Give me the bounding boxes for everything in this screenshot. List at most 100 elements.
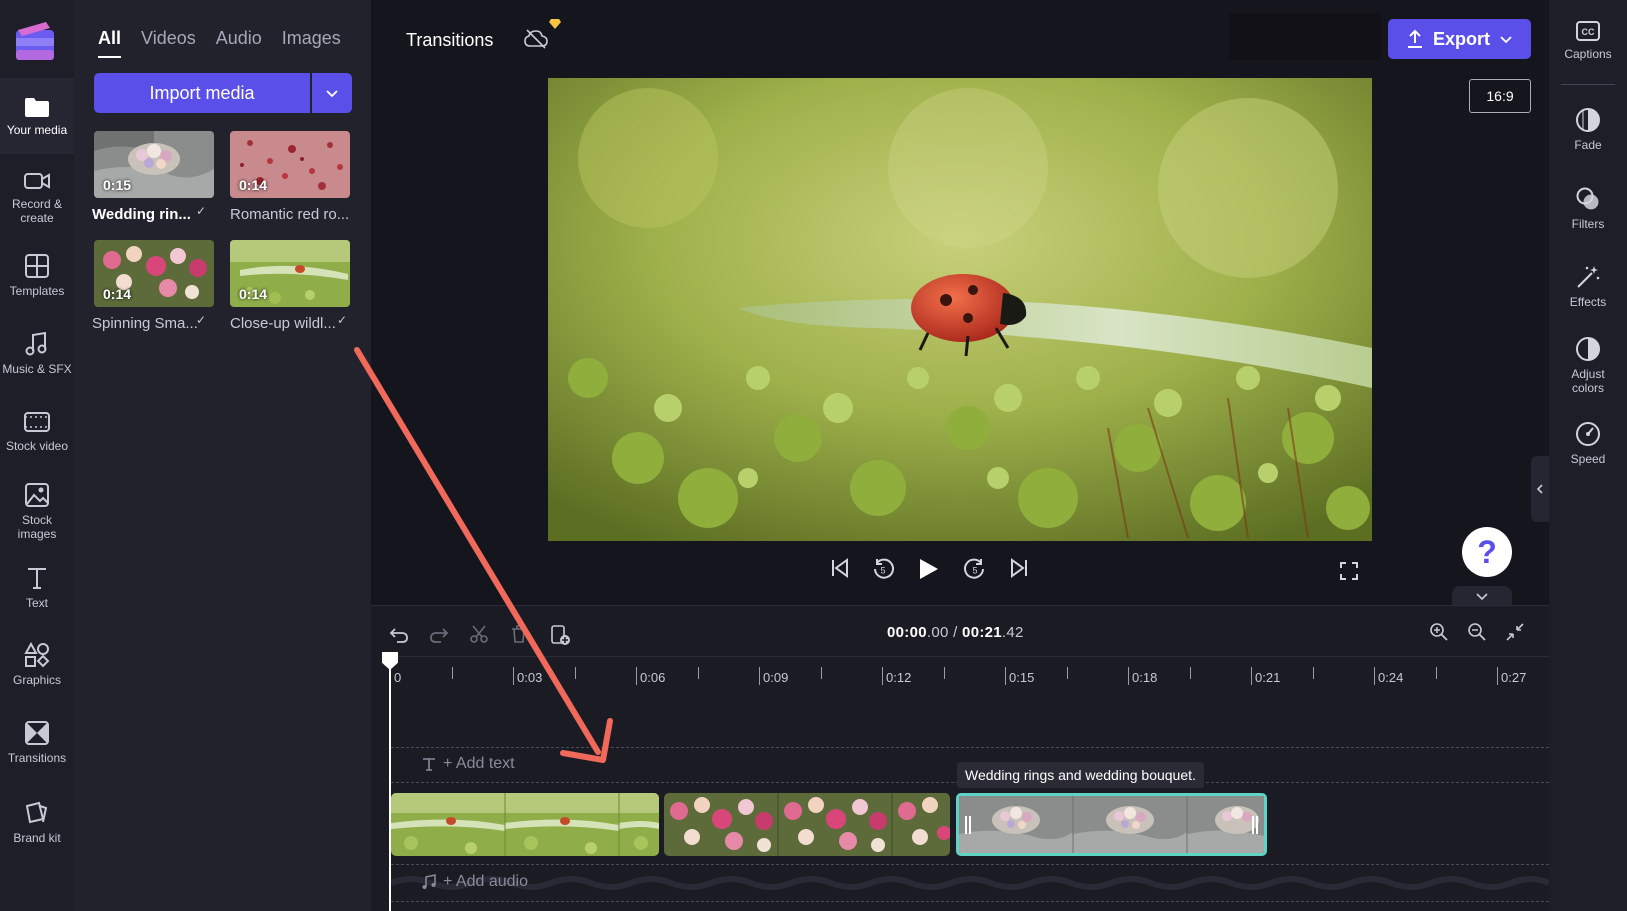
chevron-down-icon [326,90,338,98]
ruler-label: 0:15 [1009,670,1035,685]
help-button[interactable]: ? [1462,527,1512,577]
delete-icon[interactable] [509,624,529,644]
rewind-5-icon[interactable]: 5 [871,557,895,581]
trim-handle-right[interactable] [1252,816,1258,834]
collapse-properties-panel-button[interactable] [1531,456,1549,522]
audio-track[interactable]: + Add audio [391,864,1549,902]
zoom-controls [1429,622,1525,642]
skip-to-start-icon[interactable] [829,557,851,579]
nav-item-transitions[interactable]: Transitions [0,720,74,765]
chevron-left-icon [1536,484,1543,494]
zoom-out-icon[interactable] [1467,622,1487,642]
right-properties-panel: CC Captions Fade Filters Effects Adjust … [1549,0,1627,911]
trim-handle-left[interactable] [965,816,971,834]
nav-item-your-media[interactable]: Your media [0,78,74,154]
aspect-ratio-button[interactable]: 16:9 [1469,79,1531,113]
fade-icon [1576,108,1600,132]
tab-audio[interactable]: Audio [216,28,262,58]
nav-item-templates[interactable]: Templates [0,253,74,298]
nav-item-music-sfx[interactable]: Music & SFX [0,331,74,376]
nav-item-graphics[interactable]: Graphics [0,642,74,687]
media-thumbnail-flowers[interactable]: 0:14 [94,240,214,307]
ruler-label: 0:18 [1132,670,1158,685]
import-options-button[interactable] [312,73,352,113]
media-thumbnail-roses[interactable]: 0:14 [230,131,350,198]
add-audio-label[interactable]: + Add audio [443,873,528,891]
captions-button[interactable]: CC Captions [1549,20,1627,61]
fade-button[interactable]: Fade [1549,107,1627,152]
timeline-clip-wedding-selected[interactable] [956,793,1267,856]
timeline-clip-ladybug[interactable] [391,793,659,856]
media-duration: 0:14 [239,286,268,302]
nav-item-text[interactable]: Text [0,565,74,610]
play-icon[interactable] [916,557,940,581]
add-clip-icon[interactable] [549,624,571,646]
right-panel-label: Filters [1571,217,1605,231]
page-title: Transitions [406,30,494,50]
media-name: Romantic red ro... [230,206,350,223]
text-icon [423,758,435,771]
ruler-minor-tick [451,667,453,679]
ruler-tick [882,667,883,685]
nav-item-stock-video[interactable]: Stock video [0,410,74,453]
timeline-toolbar [389,624,571,646]
time-ruler[interactable]: 0 0:03 0:06 0:09 0:12 0:15 0:18 0:21 0:24 0:27 [390,656,1549,686]
svg-text:CC: CC [1582,27,1595,37]
redo-icon[interactable] [429,624,449,644]
skip-to-end-icon[interactable] [1008,557,1030,579]
fit-timeline-icon[interactable] [1505,622,1525,642]
right-panel-label: Captions [1564,47,1612,61]
main-area: Transitions Export 16:9 5 5 ? [371,0,1549,606]
ruler-label: 0:21 [1255,670,1281,685]
app-window: Your media Record & create Templates Mus… [0,0,1627,911]
divider [1561,84,1615,85]
svg-text:5: 5 [972,566,977,576]
ruler-minor-tick [943,667,945,679]
ruler-label: 0:27 [1501,670,1527,685]
tab-all[interactable]: All [98,28,122,58]
cloud-off-icon[interactable] [524,28,548,50]
undo-icon[interactable] [389,624,409,644]
filters-icon [1576,187,1599,210]
media-thumbnail-wedding[interactable]: 0:15 [94,131,214,198]
ruler-minor-tick [1189,667,1191,679]
forward-5-icon[interactable]: 5 [963,557,987,581]
media-panel: All Videos Audio Images Import media 0:1… [74,0,371,911]
total-time-frac: .42 [1001,624,1024,641]
left-nav: Your media Record & create Templates Mus… [0,0,74,911]
media-thumbnail-ladybug[interactable]: 0:14 [230,240,350,307]
ruler-tick [513,667,514,685]
add-text-label[interactable]: + Add text [443,755,515,773]
effects-button[interactable]: Effects [1549,264,1627,309]
import-media-button[interactable]: Import media [94,73,310,113]
zoom-in-icon[interactable] [1429,622,1449,642]
preview-frame-image [548,78,1372,541]
timeline-clip-flowers[interactable] [664,793,950,856]
export-button[interactable]: Export [1388,19,1531,59]
add-text-area: + Add text [421,755,515,773]
brand-kit-icon [25,801,48,824]
svg-text:5: 5 [880,566,885,576]
playhead[interactable] [389,656,391,911]
tab-videos[interactable]: Videos [141,28,196,58]
adjust-colors-button[interactable]: Adjust colors [1549,336,1627,395]
collapse-help-button[interactable] [1452,586,1512,606]
ruler-tick [759,667,760,685]
fullscreen-icon[interactable] [1339,561,1359,581]
tab-images[interactable]: Images [282,28,341,58]
check-icon: ✓ [337,313,348,327]
text-icon [28,568,46,589]
shapes-icon [24,642,50,668]
music-note-icon [25,331,47,356]
speed-button[interactable]: Speed [1549,421,1627,466]
nav-item-stock-images[interactable]: Stock images [0,482,74,541]
scissors-icon[interactable] [469,624,489,644]
ruler-label: 0:09 [763,670,789,685]
nav-item-record-create[interactable]: Record & create [0,170,74,225]
nav-label: Stock images [17,513,57,541]
music-note-icon [422,874,436,889]
camera-icon [24,173,50,189]
nav-item-brand-kit[interactable]: Brand kit [0,800,74,845]
filters-button[interactable]: Filters [1549,186,1627,231]
ruler-minor-tick [1435,667,1437,679]
